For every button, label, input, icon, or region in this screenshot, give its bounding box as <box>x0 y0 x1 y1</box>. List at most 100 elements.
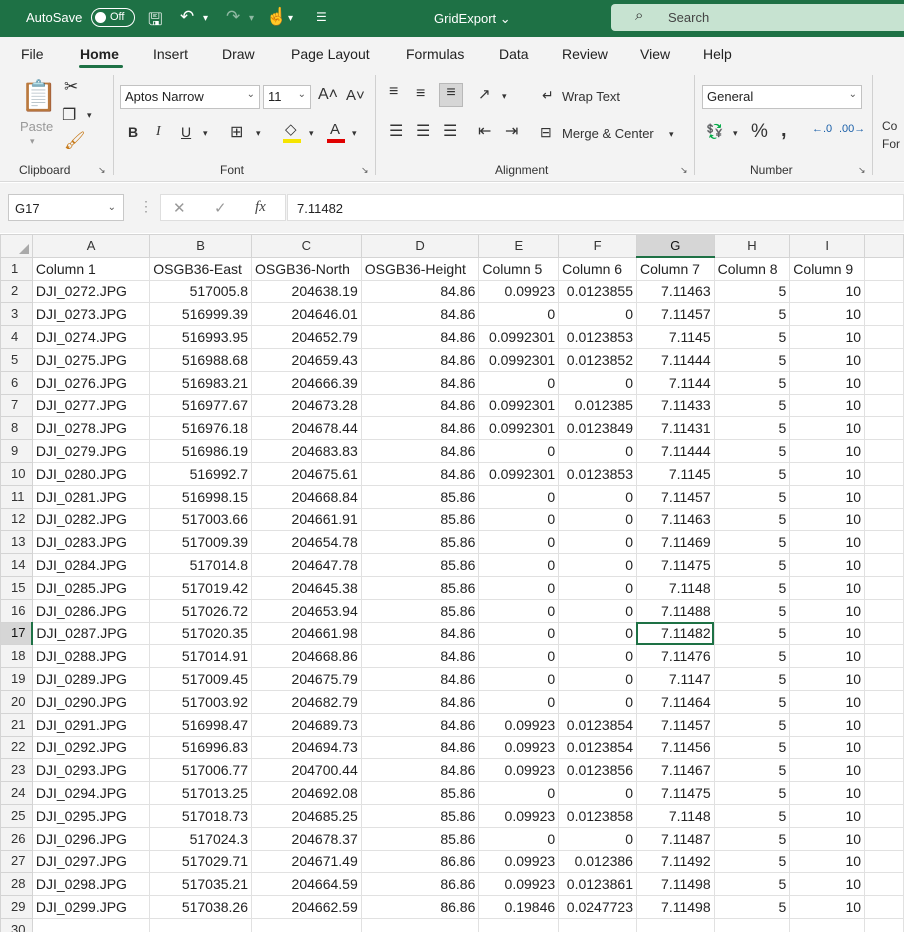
table-cell[interactable]: 517006.77 <box>149 758 253 783</box>
table-cell[interactable]: 84.86 <box>360 347 480 372</box>
table-cell[interactable] <box>864 849 904 874</box>
table-cell[interactable]: 204668.86 <box>251 644 362 669</box>
table-cell[interactable]: 86.86 <box>360 849 480 874</box>
table-cell[interactable]: Column 5 <box>478 256 560 281</box>
table-cell[interactable]: Column 9 <box>789 256 866 281</box>
redo-dropdown-icon[interactable]: ▾ <box>249 13 254 24</box>
table-cell[interactable]: 5 <box>713 461 791 486</box>
table-cell[interactable]: 0.09923 <box>478 279 560 304</box>
copy-icon[interactable]: ❐ <box>62 105 76 125</box>
table-cell[interactable]: 7.11456 <box>635 735 715 760</box>
table-cell[interactable] <box>864 826 904 851</box>
table-cell[interactable]: DJI_0284.JPG <box>31 553 151 577</box>
table-cell[interactable]: 204645.38 <box>251 575 362 600</box>
table-cell[interactable]: 10 <box>789 598 866 623</box>
table-cell[interactable] <box>864 370 904 395</box>
align-right-icon[interactable]: ☰ <box>443 121 457 141</box>
row-header-selected[interactable]: 17 <box>0 621 34 646</box>
table-cell[interactable] <box>864 279 904 304</box>
tab-formulas[interactable]: Formulas <box>406 46 464 62</box>
table-cell[interactable]: 0 <box>558 598 637 623</box>
table-cell[interactable]: 0.09923 <box>478 872 560 897</box>
table-cell[interactable]: 517013.25 <box>149 781 253 805</box>
table-cell[interactable]: 516998.15 <box>149 484 253 509</box>
table-cell[interactable] <box>864 895 904 919</box>
table-cell[interactable]: 516983.21 <box>149 370 253 395</box>
column-header[interactable]: B <box>149 234 253 258</box>
table-cell[interactable]: 84.86 <box>360 393 480 418</box>
table-cell[interactable]: 5 <box>713 507 791 532</box>
table-cell[interactable]: 0.012385 <box>558 393 637 418</box>
table-cell[interactable] <box>360 917 480 932</box>
table-cell[interactable]: DJI_0296.JPG <box>31 826 151 851</box>
table-cell[interactable]: 10 <box>789 393 866 418</box>
table-cell[interactable]: 204659.43 <box>251 347 362 372</box>
table-cell[interactable]: 0 <box>478 598 560 623</box>
table-cell[interactable]: 204682.79 <box>251 689 362 714</box>
table-cell[interactable] <box>864 621 904 646</box>
table-cell[interactable]: 10 <box>789 325 866 349</box>
table-cell[interactable]: 516993.95 <box>149 325 253 349</box>
table-cell[interactable]: 7.11444 <box>635 439 715 463</box>
table-cell[interactable]: 10 <box>789 712 866 737</box>
table-cell[interactable]: 10 <box>789 872 866 897</box>
table-cell[interactable]: 204652.79 <box>251 325 362 349</box>
font-name-dropdown[interactable]: Aptos Narrow ⌄ <box>120 85 260 109</box>
table-cell[interactable]: 5 <box>713 689 791 714</box>
table-cell[interactable] <box>864 735 904 760</box>
table-cell[interactable]: DJI_0282.JPG <box>31 507 151 532</box>
middle-align-icon[interactable]: ≡ <box>416 85 425 103</box>
table-cell[interactable]: 0 <box>558 689 637 714</box>
table-cell[interactable]: 0.0123854 <box>558 735 637 760</box>
fill-color-dropdown-icon[interactable]: ▾ <box>309 128 314 139</box>
table-cell[interactable]: 0.19846 <box>478 895 560 919</box>
table-cell[interactable]: DJI_0293.JPG <box>31 758 151 783</box>
number-format-dropdown[interactable]: General ⌄ <box>702 85 862 109</box>
active-cell[interactable]: 7.11482 <box>635 621 715 646</box>
table-cell[interactable]: 0 <box>478 484 560 509</box>
undo-icon[interactable]: ↶ <box>180 7 194 27</box>
autosave-toggle[interactable]: Off <box>91 8 135 27</box>
table-cell[interactable]: 516988.68 <box>149 347 253 372</box>
table-cell[interactable]: 5 <box>713 347 791 372</box>
table-cell[interactable]: 0.09923 <box>478 849 560 874</box>
table-cell[interactable]: 204678.44 <box>251 416 362 441</box>
decrease-indent-icon[interactable]: ⇤ <box>478 121 491 141</box>
row-header[interactable]: 22 <box>0 735 33 760</box>
table-cell[interactable] <box>864 553 904 577</box>
table-cell[interactable]: 0 <box>478 302 560 327</box>
table-cell[interactable]: 517014.91 <box>149 644 253 669</box>
table-cell[interactable]: 85.86 <box>360 781 480 805</box>
table-cell[interactable] <box>864 689 904 714</box>
table-cell[interactable]: 10 <box>789 667 866 691</box>
underline-dropdown-icon[interactable]: ▾ <box>203 128 208 139</box>
table-cell[interactable] <box>864 347 904 372</box>
table-cell[interactable]: 10 <box>789 370 866 395</box>
table-cell[interactable]: OSGB36-Height <box>360 256 480 281</box>
bold-icon[interactable]: B <box>128 124 138 140</box>
table-cell[interactable]: 84.86 <box>360 416 480 441</box>
table-cell[interactable]: 10 <box>789 439 866 463</box>
table-cell[interactable]: 204662.59 <box>251 895 362 919</box>
table-cell[interactable]: DJI_0276.JPG <box>31 370 151 395</box>
font-size-dropdown[interactable]: 11 ⌄ <box>263 85 311 109</box>
row-header[interactable]: 14 <box>0 553 33 577</box>
row-header[interactable]: 7 <box>0 393 33 418</box>
search-box[interactable]: ⌕ Search <box>611 4 904 31</box>
table-cell[interactable]: 204675.79 <box>251 667 362 691</box>
decrease-font-size-icon[interactable]: A˅ <box>346 87 365 104</box>
table-cell[interactable]: 0.0992301 <box>478 461 560 486</box>
copy-dropdown-icon[interactable]: ▾ <box>87 110 92 121</box>
table-cell[interactable]: 85.86 <box>360 553 480 577</box>
table-cell[interactable]: 517005.8 <box>149 279 253 304</box>
table-cell[interactable]: DJI_0274.JPG <box>31 325 151 349</box>
table-cell[interactable] <box>864 461 904 486</box>
table-cell[interactable]: 0 <box>558 370 637 395</box>
table-cell[interactable]: 7.1148 <box>635 575 715 600</box>
table-cell[interactable] <box>864 781 904 805</box>
column-header-selected[interactable]: G <box>635 234 715 259</box>
table-cell[interactable]: 86.86 <box>360 872 480 897</box>
fill-color-icon[interactable]: ◇ <box>285 120 297 138</box>
table-cell[interactable]: 5 <box>713 872 791 897</box>
table-cell[interactable]: 0 <box>478 575 560 600</box>
